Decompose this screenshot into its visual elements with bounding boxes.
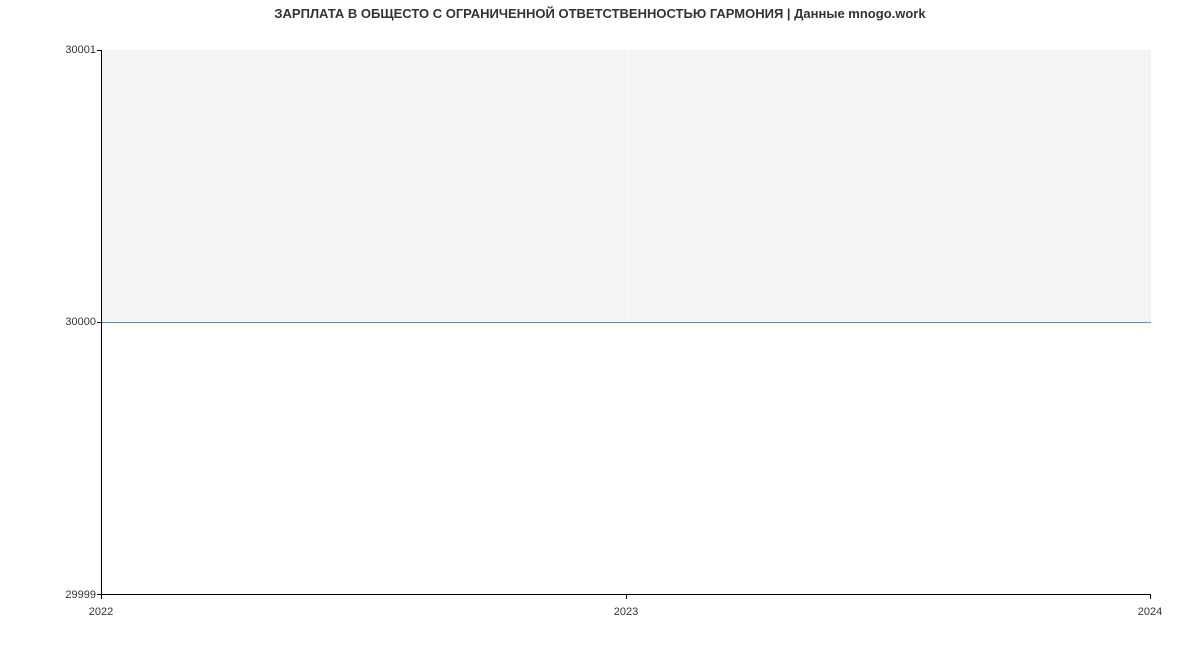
x-tick-label: 2024: [1138, 606, 1162, 618]
x-tick-label: 2022: [89, 606, 113, 618]
x-tick: [101, 595, 102, 599]
plot-area: [101, 50, 1151, 595]
y-tick-label: 30001: [65, 44, 96, 56]
x-tick-label: 2023: [614, 606, 638, 618]
salary-chart: ЗАРПЛАТА В ОБЩЕСТО С ОГРАНИЧЕННОЙ ОТВЕТС…: [0, 0, 1200, 650]
y-tick-label: 29999: [65, 589, 96, 601]
series-line: [102, 322, 1151, 323]
y-tick-label: 30000: [65, 316, 96, 328]
y-tick: [97, 50, 101, 51]
x-tick: [626, 595, 627, 599]
x-tick: [1150, 595, 1151, 599]
y-tick: [97, 322, 101, 323]
chart-title: ЗАРПЛАТА В ОБЩЕСТО С ОГРАНИЧЕННОЙ ОТВЕТС…: [0, 6, 1200, 21]
